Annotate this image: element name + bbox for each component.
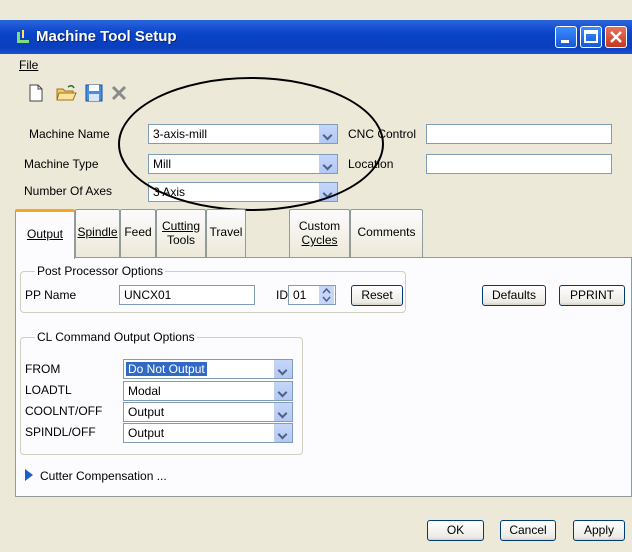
ok-button[interactable]: OK	[427, 520, 484, 541]
machine-type-combo[interactable]: Mill	[148, 154, 338, 174]
tab-custom-cycles-line2: Cycles	[301, 233, 338, 247]
cancel-button[interactable]: Cancel	[500, 520, 556, 541]
pp-name-label: PP Name	[25, 288, 77, 302]
chevron-down-icon[interactable]	[274, 382, 292, 400]
coolnt-off-combo[interactable]: Output	[123, 402, 293, 422]
tab-cutting-tools-line2: Tools	[166, 233, 195, 247]
tab-output[interactable]: Output	[15, 209, 75, 259]
pp-name-field[interactable]: UNCX01	[119, 285, 255, 305]
app-icon	[17, 30, 29, 43]
machine-name-value: 3-axis-mill	[153, 127, 207, 141]
tab-comments-label: Comments	[357, 225, 416, 239]
from-combo[interactable]: Do Not Output	[123, 359, 293, 379]
tab-feed[interactable]: Feed	[120, 209, 156, 257]
open-folder-icon[interactable]	[55, 82, 77, 104]
output-tab-panel: Post Processor Options PP Name UNCX01 ID…	[15, 257, 632, 497]
close-button[interactable]	[605, 26, 627, 48]
cnc-control-field[interactable]	[426, 124, 612, 144]
chevron-down-icon[interactable]	[274, 424, 292, 442]
tab-comments[interactable]: Comments	[350, 209, 423, 257]
minimize-button[interactable]	[555, 26, 577, 48]
apply-button[interactable]: Apply	[573, 520, 625, 541]
loadtl-combo[interactable]: Modal	[123, 381, 293, 401]
cl-row-label: SPINDL/OFF	[25, 425, 96, 439]
machine-type-value: Mill	[153, 157, 171, 171]
window-title: Machine Tool Setup	[36, 28, 177, 45]
number-of-axes-label: Number Of Axes	[24, 184, 113, 198]
post-processor-group-title: Post Processor Options	[35, 264, 166, 278]
location-field[interactable]	[426, 154, 612, 174]
id-spinner-field[interactable]: 01	[288, 285, 336, 305]
spinner-arrows-icon[interactable]	[319, 286, 334, 304]
reset-button[interactable]: Reset	[351, 285, 403, 306]
spindl-off-combo[interactable]: Output	[123, 423, 293, 443]
chevron-down-icon[interactable]	[274, 403, 292, 421]
machine-type-label: Machine Type	[24, 157, 99, 171]
minimize-icon	[561, 40, 569, 43]
machine-name-label: Machine Name	[29, 127, 110, 141]
chevron-down-icon[interactable]	[319, 125, 337, 143]
tab-cutting-tools[interactable]: Cutting Tools	[156, 209, 206, 257]
tab-travel[interactable]: Travel	[206, 209, 246, 257]
title-bar[interactable]: Machine Tool Setup	[0, 20, 632, 54]
number-of-axes-value: 3 Axis	[153, 185, 186, 199]
machine-name-combo[interactable]: 3-axis-mill	[148, 124, 338, 144]
menu-file[interactable]: File	[19, 58, 38, 72]
loadtl-value: Modal	[128, 384, 161, 398]
close-icon	[610, 31, 622, 43]
id-value: 01	[293, 288, 307, 302]
menu-bar: File	[0, 54, 632, 76]
tab-feed-label: Feed	[124, 225, 152, 239]
maximize-icon	[584, 30, 598, 43]
menu-file-label: File	[19, 58, 39, 72]
tab-custom-cycles-line1: Custom	[298, 219, 341, 233]
from-value: Do Not Output	[126, 362, 207, 376]
cl-command-output-group: CL Command Output Options FROM Do Not Ou…	[20, 330, 303, 455]
cl-row-label: FROM	[25, 362, 61, 376]
new-icon[interactable]	[25, 82, 47, 104]
tab-output-label: Output	[26, 227, 64, 241]
machine-tool-setup-window: Machine Tool Setup File Machine Name 3-a…	[0, 0, 632, 552]
chevron-down-icon[interactable]	[319, 155, 337, 173]
cutter-compensation-expander[interactable]: Cutter Compensation ...	[40, 469, 167, 483]
spindl-off-value: Output	[128, 426, 165, 440]
id-label: ID	[276, 288, 288, 302]
tab-travel-label: Travel	[209, 225, 243, 239]
coolnt-off-value: Output	[128, 405, 165, 419]
chevron-down-icon[interactable]	[274, 360, 292, 378]
cl-row-label: COOLNT/OFF	[25, 404, 103, 418]
tab-custom-cycles[interactable]: Custom Cycles	[289, 209, 350, 257]
cl-command-output-group-title: CL Command Output Options	[35, 330, 197, 344]
save-icon[interactable]	[83, 82, 105, 104]
toolbar	[0, 78, 632, 108]
delete-icon[interactable]	[108, 82, 130, 104]
location-label: Location	[348, 157, 394, 171]
pprint-button[interactable]: PPRINT	[559, 285, 625, 306]
post-processor-group: Post Processor Options PP Name UNCX01 ID…	[20, 264, 406, 313]
tab-cutting-tools-line1: Cutting	[161, 219, 201, 233]
defaults-button[interactable]: Defaults	[482, 285, 546, 306]
number-of-axes-combo[interactable]: 3 Axis	[148, 182, 338, 202]
cl-row-label: LOADTL	[25, 383, 72, 397]
cnc-control-label: CNC Control	[348, 127, 417, 141]
expand-arrow-icon[interactable]	[24, 468, 34, 482]
tab-spindle[interactable]: Spindle	[75, 209, 120, 257]
maximize-button[interactable]	[580, 26, 602, 48]
chevron-down-icon[interactable]	[319, 183, 337, 201]
tab-spindle-label: Spindle	[77, 225, 118, 239]
